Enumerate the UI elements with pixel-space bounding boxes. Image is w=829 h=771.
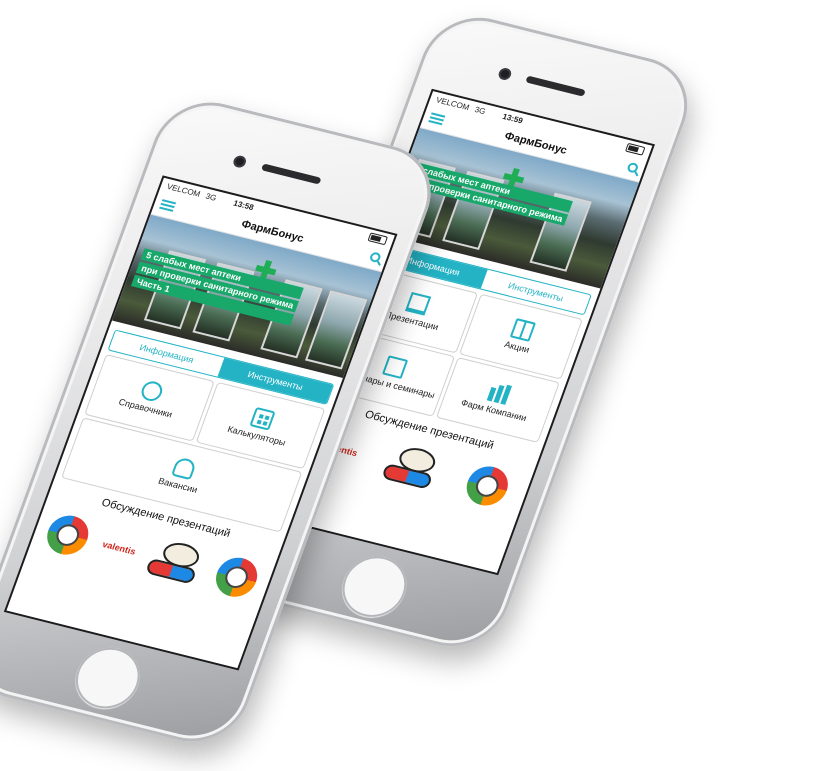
front-camera: [231, 154, 248, 169]
search-icon[interactable]: [626, 161, 640, 174]
card-label: Акции: [503, 339, 531, 355]
valentis-logo[interactable]: valentis: [101, 539, 137, 557]
rb-logo[interactable]: [41, 511, 95, 559]
earpiece: [260, 163, 322, 185]
rb-logo[interactable]: [210, 553, 263, 601]
pills-logo[interactable]: [144, 537, 208, 587]
card-label: Вакансии: [156, 475, 199, 495]
card-label: Справочники: [117, 396, 174, 420]
webinar-icon: [381, 355, 408, 379]
pill-info-icon: [138, 378, 165, 405]
doctor-icon: [170, 456, 198, 481]
front-camera: [497, 66, 513, 82]
easel-icon: [404, 291, 431, 316]
search-icon[interactable]: [368, 251, 382, 264]
pills-logo[interactable]: [380, 442, 444, 492]
card-label: Презентации: [383, 309, 440, 333]
company-icon: [486, 381, 514, 406]
card-label: Калькуляторы: [226, 424, 287, 448]
network-label: 3G: [204, 191, 218, 203]
home-button[interactable]: [67, 641, 149, 715]
gift-icon: [509, 318, 537, 342]
earpiece: [525, 75, 586, 97]
card-label: Фарм Компании: [459, 397, 529, 424]
rb-logo[interactable]: [460, 462, 514, 510]
calculator-icon: [249, 407, 276, 431]
home-button[interactable]: [333, 549, 416, 624]
network-label: 3G: [473, 104, 488, 116]
